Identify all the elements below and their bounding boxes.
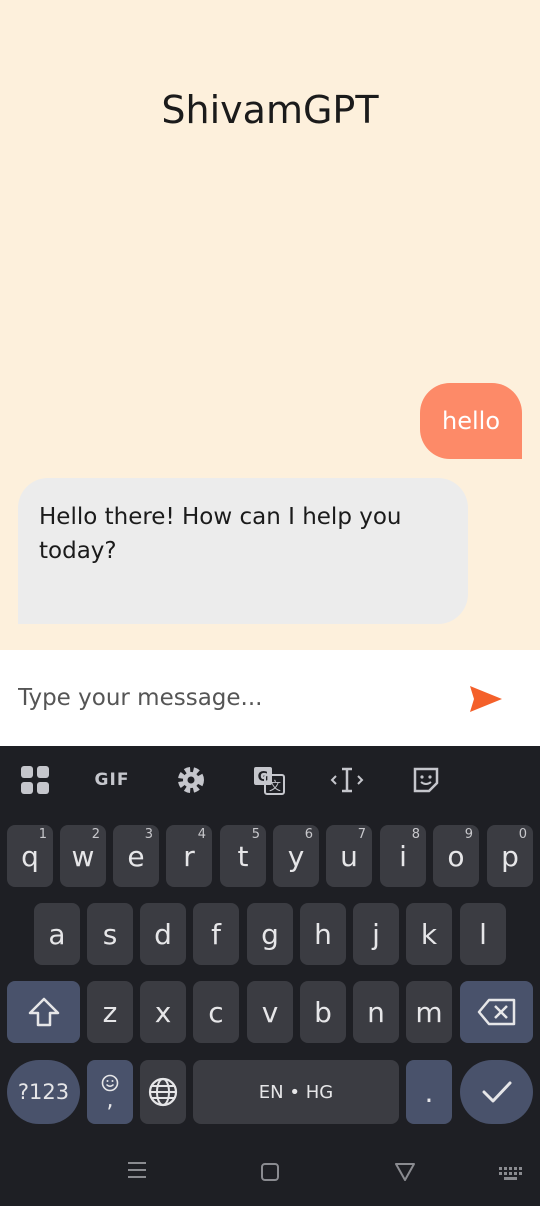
back-icon[interactable]: [395, 1162, 415, 1187]
home-icon[interactable]: [261, 1162, 279, 1187]
key-n[interactable]: n: [353, 981, 399, 1043]
key-y[interactable]: y6: [273, 825, 319, 887]
translate-icon[interactable]: G文: [249, 760, 289, 800]
key-d[interactable]: d: [140, 903, 186, 965]
send-button[interactable]: [468, 684, 504, 714]
key-e[interactable]: e3: [113, 825, 159, 887]
checkmark-icon: [482, 1081, 511, 1103]
key-s[interactable]: s: [87, 903, 133, 965]
shift-key[interactable]: [7, 981, 80, 1043]
key-v[interactable]: v: [247, 981, 293, 1043]
globe-icon: [148, 1077, 178, 1107]
keyboard: GIF G文 q1 w2 e3 r4 t5 y6 u7 i8 o9 p0 a s…: [0, 746, 540, 1206]
key-a[interactable]: a: [34, 903, 80, 965]
period-key[interactable]: .: [406, 1060, 452, 1124]
symbols-key[interactable]: ?123: [7, 1060, 80, 1124]
key-x[interactable]: x: [140, 981, 186, 1043]
emoji-comma-key[interactable]: ,: [87, 1060, 133, 1124]
gif-button[interactable]: GIF: [92, 760, 132, 800]
key-f[interactable]: f: [193, 903, 239, 965]
apps-grid-icon[interactable]: [15, 760, 55, 800]
key-m[interactable]: m: [406, 981, 452, 1043]
key-k[interactable]: k: [406, 903, 452, 965]
user-message-bubble: hello: [420, 383, 522, 459]
key-g[interactable]: g: [247, 903, 293, 965]
key-w[interactable]: w2: [60, 825, 106, 887]
key-j[interactable]: j: [353, 903, 399, 965]
enter-key[interactable]: [460, 1060, 533, 1124]
space-key[interactable]: EN • HG: [193, 1060, 399, 1124]
key-o[interactable]: o9: [433, 825, 479, 887]
svg-text:G: G: [258, 770, 269, 785]
keyboard-toolbar: GIF G文: [0, 746, 540, 812]
key-l[interactable]: l: [460, 903, 506, 965]
shift-icon: [28, 997, 59, 1027]
message-composer: [0, 650, 540, 746]
svg-text:文: 文: [269, 778, 281, 793]
key-h[interactable]: h: [300, 903, 346, 965]
key-c[interactable]: c: [193, 981, 239, 1043]
cursor-control-icon[interactable]: [327, 760, 367, 800]
key-i[interactable]: i8: [380, 825, 426, 887]
recents-icon[interactable]: [127, 1160, 147, 1186]
key-b[interactable]: b: [300, 981, 346, 1043]
key-u[interactable]: u7: [326, 825, 372, 887]
system-navigation-bar: [0, 1148, 540, 1206]
key-z[interactable]: z: [87, 981, 133, 1043]
assistant-message-bubble: Hello there! How can I help you today?: [18, 478, 468, 624]
backspace-icon: [477, 998, 515, 1026]
chat-screen: ShivamGPT hello Hello there! How can I h…: [0, 0, 540, 650]
key-r[interactable]: r4: [166, 825, 212, 887]
message-input[interactable]: [0, 650, 440, 746]
gear-icon[interactable]: [171, 760, 211, 800]
language-key[interactable]: [140, 1060, 186, 1124]
sticker-icon[interactable]: [406, 760, 446, 800]
key-q[interactable]: q1: [7, 825, 53, 887]
key-p[interactable]: p0: [487, 825, 533, 887]
key-t[interactable]: t5: [220, 825, 266, 887]
send-icon: [470, 686, 502, 712]
backspace-key[interactable]: [460, 981, 533, 1043]
app-title: ShivamGPT: [161, 88, 379, 132]
keyboard-switch-icon[interactable]: [499, 1164, 523, 1189]
